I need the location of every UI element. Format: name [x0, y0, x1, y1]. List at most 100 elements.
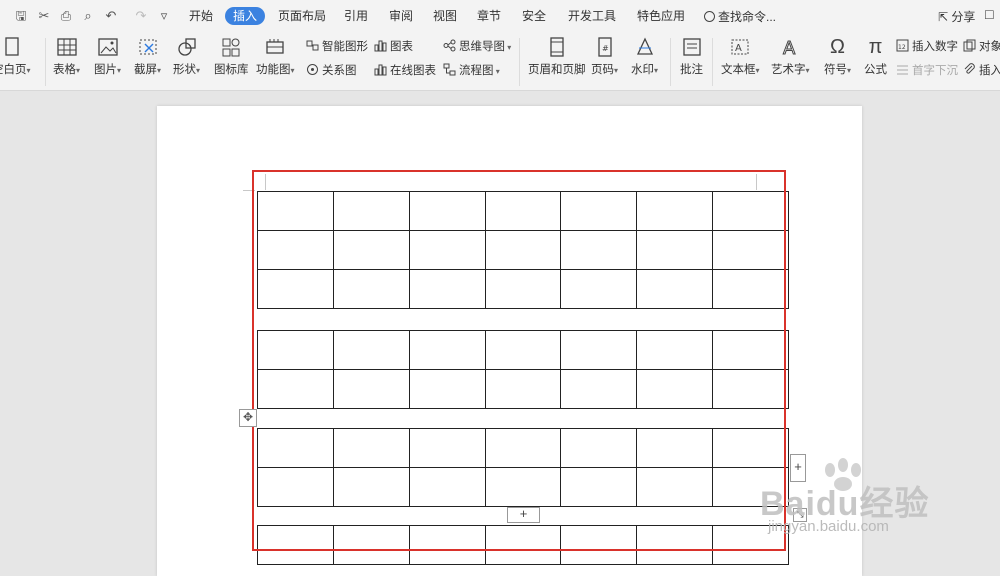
table-cell[interactable]	[332, 191, 410, 231]
table-cell[interactable]	[560, 230, 638, 270]
document-table[interactable]	[257, 525, 789, 565]
table-cell[interactable]	[484, 330, 562, 370]
table-cell[interactable]	[636, 525, 714, 565]
table-cell[interactable]	[712, 428, 789, 468]
table-cell[interactable]	[712, 191, 789, 231]
table-cell[interactable]	[408, 230, 486, 270]
table-cell[interactable]	[712, 330, 789, 370]
comment-button[interactable]: 批注	[680, 36, 703, 77]
tab-developer[interactable]: 开发工具	[568, 8, 616, 24]
table-cell[interactable]	[712, 525, 789, 565]
document-table[interactable]	[257, 330, 789, 409]
table-cell[interactable]	[484, 467, 562, 507]
save-icon[interactable]: 🖫	[13, 8, 29, 24]
wordart-button[interactable]: A 艺术字▾	[771, 36, 810, 77]
table-cell[interactable]	[712, 269, 789, 309]
table-cell[interactable]	[257, 428, 334, 468]
table-cell[interactable]	[636, 428, 714, 468]
attachment-button[interactable]: 插入	[963, 62, 1000, 78]
table-cell[interactable]	[408, 467, 486, 507]
formula-button[interactable]: π 公式	[864, 36, 887, 77]
tab-references[interactable]: 引用	[344, 8, 368, 24]
shape-button[interactable]: 形状▾	[173, 36, 200, 77]
picture-button[interactable]: 图片▾	[94, 36, 121, 77]
textbox-button[interactable]: A 文本框▾	[721, 36, 760, 77]
relation-chart-button[interactable]: 关系图	[306, 62, 357, 78]
table-cell[interactable]	[560, 191, 638, 231]
document-table[interactable]	[257, 191, 789, 309]
undo-icon[interactable]: ↶	[103, 8, 119, 24]
table-cell[interactable]	[408, 269, 486, 309]
table-button[interactable]: 表格▾	[53, 36, 80, 77]
share-button[interactable]: ⇱ 分享	[938, 8, 975, 25]
online-chart-button[interactable]: 在线图表	[374, 62, 436, 78]
table-cell[interactable]	[408, 369, 486, 409]
blank-page-button[interactable]: 空白页▾	[0, 36, 31, 77]
table-cell[interactable]	[332, 330, 410, 370]
table-cell[interactable]	[408, 191, 486, 231]
add-row-button[interactable]: +	[507, 507, 540, 523]
icon-library-button[interactable]: 图标库	[214, 36, 249, 77]
table-cell[interactable]	[332, 269, 410, 309]
table-cell[interactable]	[636, 467, 714, 507]
table-cell[interactable]	[257, 467, 334, 507]
table-cell[interactable]	[332, 467, 410, 507]
table-cell[interactable]	[484, 428, 562, 468]
tab-chapter[interactable]: 章节	[477, 8, 501, 24]
tab-special[interactable]: 特色应用	[637, 8, 685, 24]
table-cell[interactable]	[636, 269, 714, 309]
symbol-button[interactable]: Ω 符号▾	[824, 36, 851, 77]
tab-review[interactable]: 审阅	[389, 8, 413, 24]
table-cell[interactable]	[560, 525, 638, 565]
insert-number-button[interactable]: 12 插入数字	[896, 38, 958, 54]
table-cell[interactable]	[332, 428, 410, 468]
print-icon[interactable]: ⎙	[58, 8, 74, 24]
table-cell[interactable]	[332, 525, 410, 565]
table-cell[interactable]	[257, 191, 334, 231]
mind-map-button[interactable]: 思维导图 ▾	[443, 38, 511, 54]
screenshot-button[interactable]: 截屏▾	[134, 36, 161, 77]
table-move-handle[interactable]: ✥	[239, 409, 257, 427]
table-cell[interactable]	[332, 230, 410, 270]
table-cell[interactable]	[484, 525, 562, 565]
smart-shape-button[interactable]: 智能图形	[306, 38, 368, 54]
table-cell[interactable]	[408, 330, 486, 370]
table-cell[interactable]	[560, 330, 638, 370]
table-cell[interactable]	[636, 369, 714, 409]
table-cell[interactable]	[712, 230, 789, 270]
tab-view[interactable]: 视图	[433, 8, 457, 24]
chart-button[interactable]: 图表	[374, 38, 413, 54]
print-preview-icon[interactable]: ⌕	[80, 8, 96, 24]
table-resize-handle[interactable]: ⤡	[793, 508, 807, 522]
table-cell[interactable]	[560, 369, 638, 409]
table-cell[interactable]	[257, 369, 334, 409]
table-cell[interactable]	[712, 369, 789, 409]
table-cell[interactable]	[484, 230, 562, 270]
page-number-button[interactable]: # 页码▾	[591, 36, 618, 77]
redo-icon[interactable]: ↷	[133, 8, 149, 24]
table-cell[interactable]	[332, 369, 410, 409]
function-chart-button[interactable]: 功能图▾	[256, 36, 295, 77]
table-cell[interactable]	[484, 369, 562, 409]
table-cell[interactable]	[484, 269, 562, 309]
table-cell[interactable]	[257, 269, 334, 309]
table-cell[interactable]	[560, 467, 638, 507]
table-cell[interactable]	[636, 230, 714, 270]
table-cell[interactable]	[712, 467, 789, 507]
table-cell[interactable]	[560, 269, 638, 309]
table-cell[interactable]	[257, 330, 334, 370]
tab-home[interactable]: 开始	[189, 8, 213, 24]
tab-security[interactable]: 安全	[522, 8, 546, 24]
document-table[interactable]	[257, 428, 789, 507]
object-button[interactable]: 对象	[963, 38, 1000, 54]
table-cell[interactable]	[636, 330, 714, 370]
tab-insert[interactable]: 插入	[225, 7, 266, 25]
add-column-button[interactable]: +	[790, 454, 806, 482]
table-cell[interactable]	[257, 230, 334, 270]
table-cell[interactable]	[257, 525, 334, 565]
command-search[interactable]: 查找命令...	[704, 8, 776, 25]
tab-page-layout[interactable]: 页面布局	[278, 8, 326, 24]
header-footer-button[interactable]: 页眉和页脚	[528, 36, 586, 77]
watermark-button[interactable]: 水印▾	[631, 36, 658, 77]
comment-icon[interactable]: ☐	[984, 8, 995, 22]
